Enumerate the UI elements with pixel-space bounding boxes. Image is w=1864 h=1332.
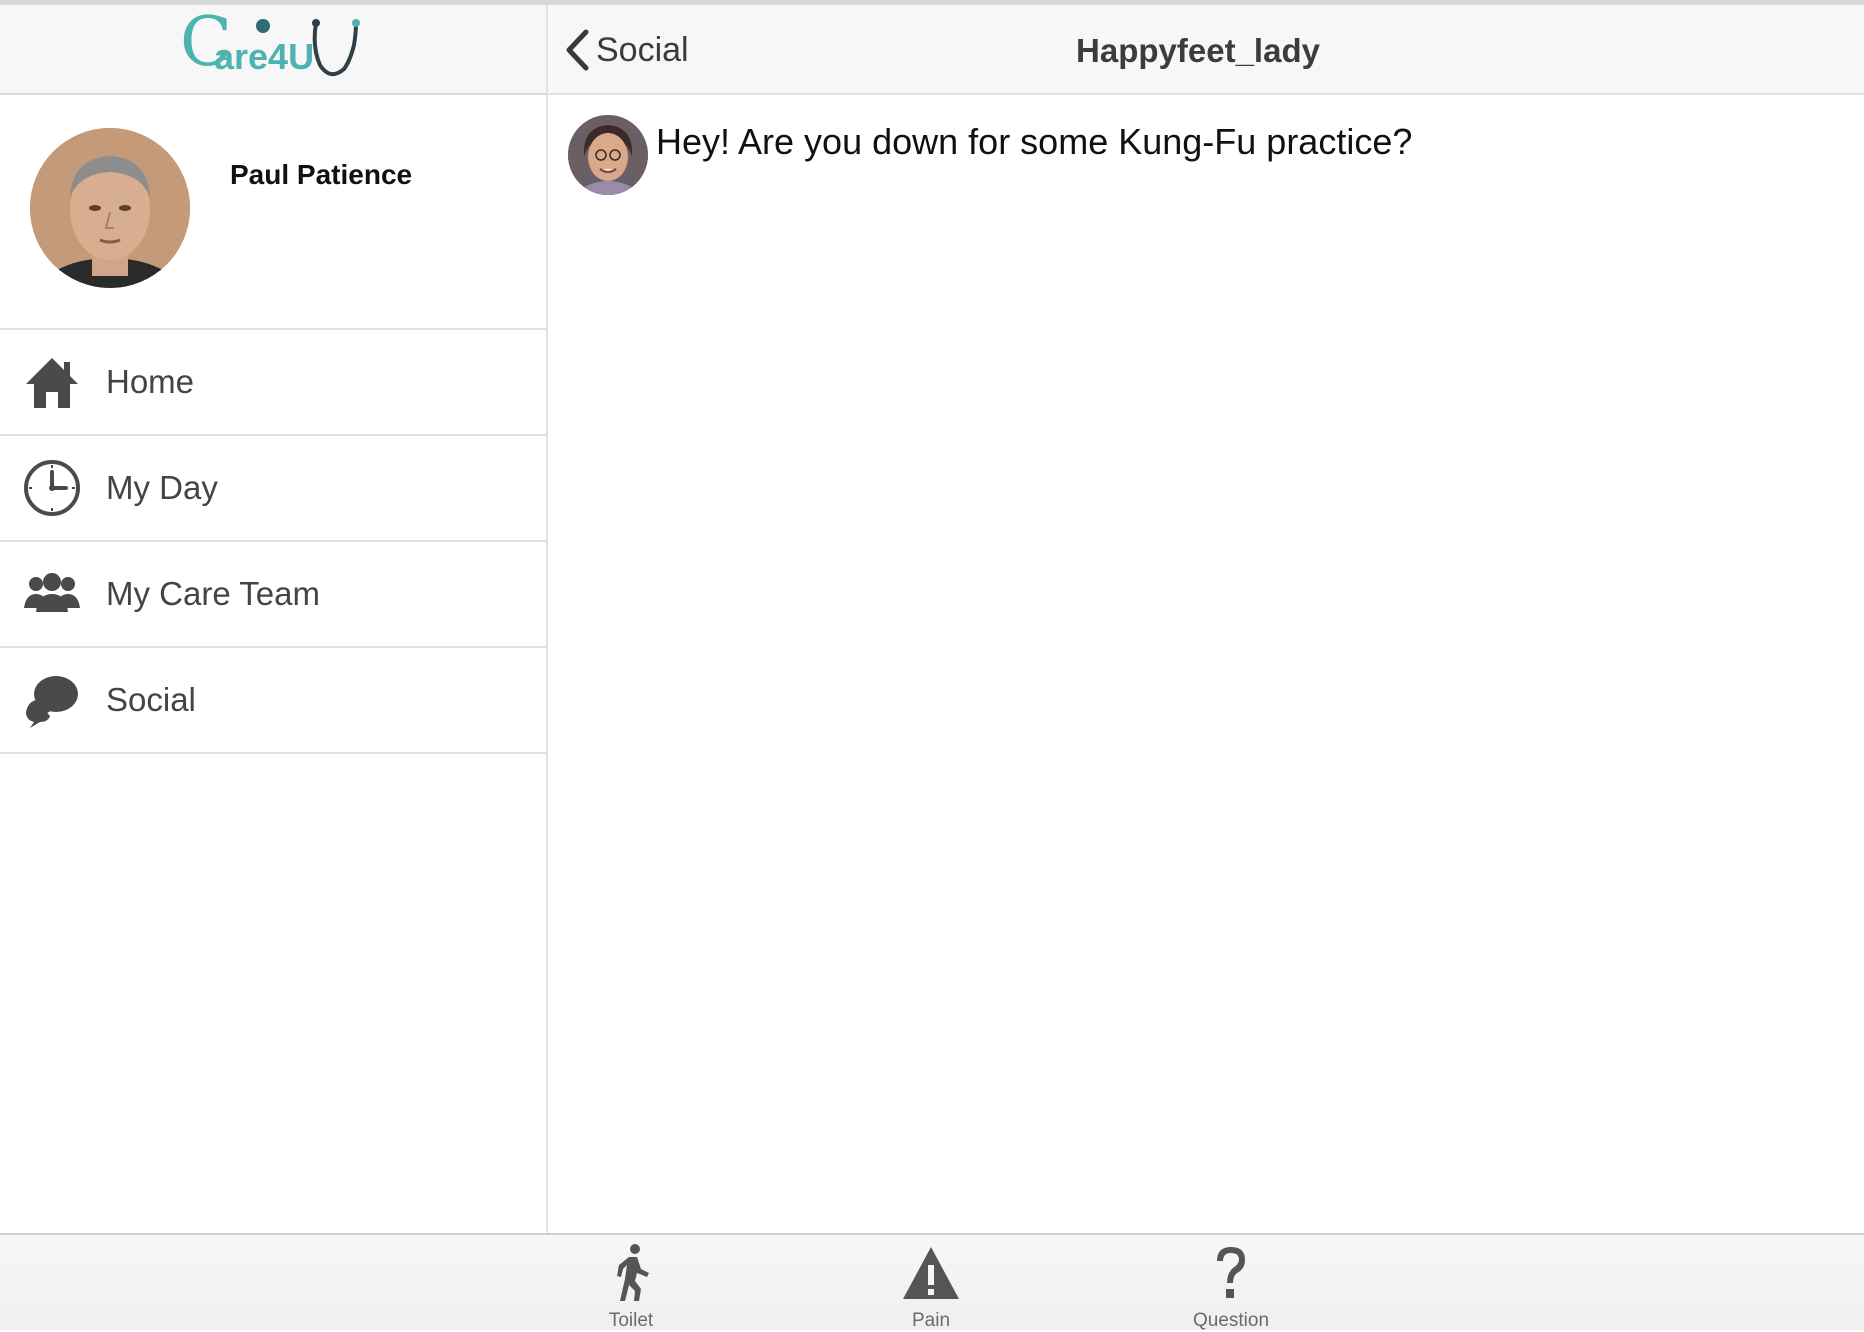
question-button[interactable]: Question	[1151, 1243, 1311, 1331]
team-icon	[24, 573, 80, 612]
app-logo: C are4U	[180, 9, 370, 85]
message-item: Hey! Are you down for some Kung-Fu pract…	[568, 115, 1412, 195]
sidebar-item-social[interactable]: Social	[0, 648, 546, 754]
sidebar-item-label: My Day	[106, 469, 218, 506]
sidebar-item-label: Home	[106, 363, 195, 400]
warning-icon	[903, 1247, 959, 1299]
chat-bubbles-icon	[26, 676, 78, 728]
toilet-button[interactable]: Toilet	[551, 1243, 711, 1331]
sidebar-item-my-day[interactable]: My Day	[0, 436, 546, 542]
sidebar-item-home[interactable]: Home	[0, 330, 546, 436]
stethoscope-icon	[312, 19, 360, 77]
question-icon	[1217, 1247, 1245, 1298]
sender-photo	[568, 115, 648, 195]
sidebar-item-label: Social	[106, 681, 196, 718]
sender-avatar[interactable]	[568, 115, 648, 195]
sidebar-item-label: My Care Team	[106, 575, 320, 612]
sidebar-header: C are4U	[0, 5, 546, 95]
logo-wordmark: are4U	[214, 36, 315, 77]
sidebar: C are4U Paul Patience Home My Day My Car…	[0, 5, 548, 1233]
page-title: Happyfeet_lady	[548, 32, 1864, 70]
page-title-text: Happyfeet_lady	[1076, 32, 1320, 69]
clock-icon	[24, 460, 80, 516]
sidebar-item-my-care-team[interactable]: My Care Team	[0, 542, 546, 648]
toolbar-label: Toilet	[608, 1310, 654, 1331]
profile-name: Paul Patience	[230, 159, 413, 190]
bottom-toolbar: Toilet Pain Question	[0, 1233, 1864, 1331]
walking-person-icon	[617, 1244, 649, 1301]
chat-panel: Social Happyfeet_lady Hey! Are you down …	[548, 5, 1864, 1233]
profile-card[interactable]: Paul Patience	[0, 95, 546, 330]
message-text: Hey! Are you down for some Kung-Fu pract…	[656, 121, 1413, 162]
user-photo	[30, 128, 190, 288]
pain-button[interactable]: Pain	[851, 1243, 1011, 1331]
heart-dot-icon	[256, 19, 270, 33]
chat-header: Social Happyfeet_lady	[548, 5, 1864, 95]
home-icon	[26, 358, 78, 408]
toolbar-label: Pain	[911, 1310, 951, 1331]
toolbar-label: Question	[1192, 1310, 1270, 1331]
avatar	[30, 128, 190, 288]
